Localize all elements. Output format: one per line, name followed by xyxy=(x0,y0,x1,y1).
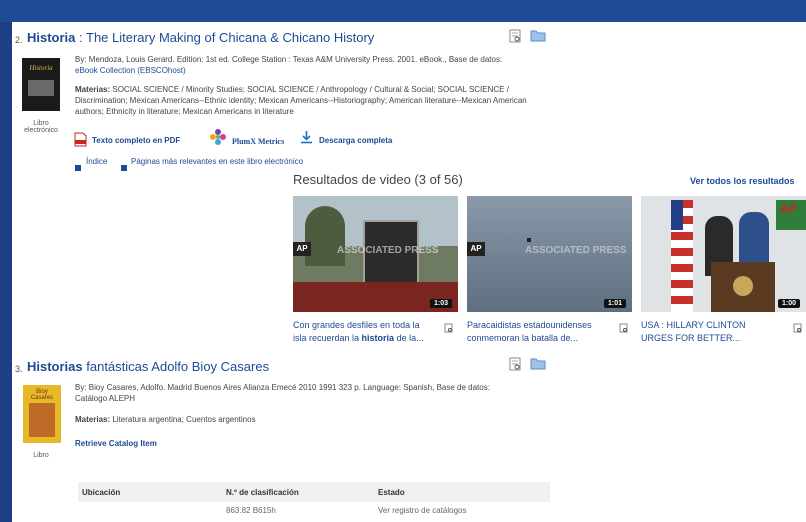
retrieve-catalog-item-link[interactable]: Retrieve Catalog Item xyxy=(75,439,157,448)
ap-watermark: ASSOCIATED PRESS xyxy=(337,245,439,256)
caption-line2-pre: isla recuerdan la xyxy=(293,333,362,343)
preview-icon[interactable] xyxy=(509,357,522,376)
subjects: Materias: Literatura argentina; Cuentos … xyxy=(75,414,555,425)
index-square-icon xyxy=(75,158,81,176)
palm-tree xyxy=(305,206,345,266)
relevant-pages-link[interactable]: Páginas más relevantes en este libro ele… xyxy=(131,156,303,167)
caption-line1: Con grandes desfiles en toda la xyxy=(293,320,420,330)
see-all-results-link[interactable]: Ver todos los resultados xyxy=(690,176,795,186)
download-icon[interactable] xyxy=(300,130,313,149)
results-panel: 2. Historia : The Literary Making of Chi… xyxy=(12,22,806,522)
format-line1: Libro xyxy=(33,120,49,127)
plumx-icon[interactable] xyxy=(209,128,227,151)
ap-watermark: ASSOCIATED PRESS xyxy=(525,245,627,256)
top-bar xyxy=(0,0,806,22)
caption-line2: conmemoran la batalla de... xyxy=(467,332,617,345)
video-thumbnail-2[interactable]: AP ASSOCIATED PRESS 1:01 xyxy=(467,196,632,312)
ap-logo: AP xyxy=(293,242,311,256)
video-caption-3[interactable]: USA : HILLARY CLINTON URGES FOR BETTER..… xyxy=(641,319,791,345)
result-title-bold: Historia xyxy=(27,30,76,45)
caption-line1: USA : HILLARY CLINTON xyxy=(641,320,746,330)
caption-line2-pre: URGES FOR BETTER... xyxy=(641,333,741,343)
flag-canton xyxy=(671,200,683,230)
format-label: Libro electrónico xyxy=(14,120,68,134)
pages-square-icon xyxy=(121,158,127,176)
video-duration: 1:00 xyxy=(777,299,800,308)
result-title-link[interactable]: Historias fantásticas Adolfo Bioy Casare… xyxy=(27,359,269,374)
caption-line2: URGES FOR BETTER... xyxy=(641,332,791,345)
result-title-bold: Historias xyxy=(27,359,83,374)
full-download-link[interactable]: Descarga completa xyxy=(319,136,392,145)
book-cover[interactable]: Bioy Casares xyxy=(23,385,61,443)
result-byline: By: Mendoza, Louis Gerard. Edition: 1st … xyxy=(75,54,555,76)
database-link[interactable]: eBook Collection (EBSCOhost) xyxy=(75,66,186,75)
pdf-icon[interactable] xyxy=(74,132,87,152)
subjects-label: Materias: xyxy=(75,415,111,424)
book-cover-title: Bioy Casares xyxy=(30,389,54,401)
holdings-status-link[interactable]: Ver registro de catálogos xyxy=(378,506,467,515)
book-cover-title: Historia xyxy=(29,64,53,72)
subjects: Materias: SOCIAL SCIENCE / Minority Stud… xyxy=(75,84,555,117)
format-label: Libro xyxy=(33,452,49,459)
caption-line2: isla recuerdan la historia de la... xyxy=(293,332,443,345)
result-title-rest: fantásticas Adolfo Bioy Casares xyxy=(82,359,270,374)
holdings-table-header: Ubicación N.º de clasificación Estado xyxy=(78,482,550,502)
result-title-rest: : The Literary Making of Chicana & Chica… xyxy=(75,30,375,45)
result-number: 2. xyxy=(15,35,23,45)
folder-add-icon[interactable] xyxy=(530,357,546,375)
index-link[interactable]: Índice xyxy=(86,156,107,167)
caption-line2-post: de la... xyxy=(394,333,424,343)
video-duration: 1:03 xyxy=(429,299,452,308)
caption-line2-pre: conmemoran la batalla de... xyxy=(467,333,579,343)
result-byline: By: Bioy Casares, Adolfo. Madrid Buenos … xyxy=(75,382,555,404)
video-info-icon-2[interactable] xyxy=(619,320,629,338)
subjects-label: Materias: xyxy=(75,85,111,94)
parachutist xyxy=(527,238,531,242)
video-caption-2[interactable]: Paracaidistas estadounidenses conmemoran… xyxy=(467,319,617,345)
ap-logo: AP xyxy=(780,202,797,216)
col-location: Ubicación xyxy=(82,488,121,497)
book-cover-art xyxy=(29,403,55,437)
video-info-icon-3[interactable] xyxy=(793,320,803,338)
result-title-link[interactable]: Historia : The Literary Making of Chican… xyxy=(27,30,374,45)
folder-add-icon[interactable] xyxy=(530,29,546,47)
preview-icon[interactable] xyxy=(509,29,522,48)
byline-text: By: Mendoza, Louis Gerard. Edition: 1st … xyxy=(75,55,503,64)
caption-line1: Paracaidistas estadounidenses xyxy=(467,320,592,330)
video-info-icon-1[interactable] xyxy=(444,320,454,338)
video-caption-1[interactable]: Con grandes desfiles en toda la isla rec… xyxy=(293,319,443,345)
subjects-text: Literatura argentina; Cuentos argentinos xyxy=(112,415,256,424)
result-number: 3. xyxy=(15,364,23,374)
holdings-call-number: 863.82 B615h xyxy=(226,506,276,515)
format-line2: electrónico xyxy=(24,127,58,134)
plumx-metrics-link[interactable]: PlumX Metrics xyxy=(232,137,284,146)
subjects-text: SOCIAL SCIENCE / Minority Studies; SOCIA… xyxy=(75,85,527,116)
podium-seal xyxy=(733,276,753,296)
video-thumbnail-3[interactable]: AP 1:00 xyxy=(641,196,806,312)
col-call-number: N.º de clasificación xyxy=(226,488,299,497)
col-status: Estado xyxy=(378,488,405,497)
database-text: Catálogo ALEPH xyxy=(75,394,136,403)
video-thumbnail-1[interactable]: AP ASSOCIATED PRESS 1:03 xyxy=(293,196,458,312)
book-cover[interactable]: Historia xyxy=(22,58,60,111)
book-cover-art xyxy=(28,80,54,96)
video-results-heading: Resultados de video (3 of 56) xyxy=(293,172,463,187)
pdf-full-text-link[interactable]: Texto completo en PDF xyxy=(92,136,180,145)
ap-logo: AP xyxy=(467,242,485,256)
video-duration: 1:01 xyxy=(603,299,626,308)
caption-line2-bold: historia xyxy=(361,333,395,343)
byline-text: By: Bioy Casares, Adolfo. Madrid Buenos … xyxy=(75,383,490,392)
